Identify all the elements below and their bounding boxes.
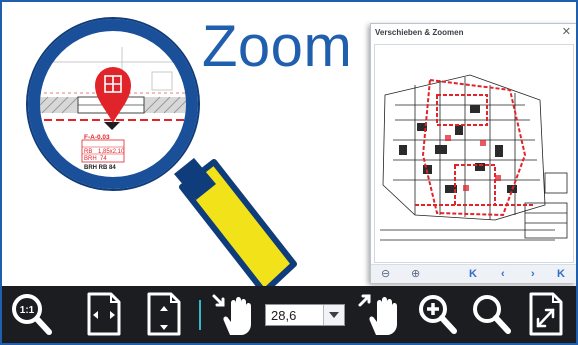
expand-hand-button[interactable]: [354, 291, 406, 337]
magnifier-handle: [174, 158, 297, 295]
plan-label-rb-size: 1,85x2,10: [98, 149, 125, 155]
plan-label-brh-rb: BRH RB 84: [84, 165, 116, 171]
magnifier-illustration: F-A-0.03 RB 1,85x2,10 BRH 74 BRH RB 84: [26, 17, 297, 295]
pan-zoom-panel: Verschieben & Zoomen ✕ ⊖ ⊕ K ‹ › K: [370, 23, 576, 283]
panel-titlebar: Verschieben & Zoomen ✕: [371, 24, 576, 42]
next-page-icon[interactable]: ›: [531, 266, 535, 282]
chevron-down-icon[interactable]: [323, 305, 344, 325]
zoom-toolbar: 1:1 28,6: [2, 286, 576, 343]
overview-canvas[interactable]: [374, 44, 574, 263]
zoom-in-icon: [419, 295, 457, 334]
fit-width-button[interactable]: [84, 291, 124, 337]
zoom-in-icon[interactable]: ⊕: [411, 266, 420, 282]
plan-label-brh: BRH: [84, 156, 97, 162]
zoom-in-button[interactable]: [416, 291, 460, 337]
plan-label-room-id: F-A-0.03: [84, 134, 110, 141]
zoom-level-value: 28,6: [271, 308, 297, 323]
svg-text:1:1: 1:1: [20, 305, 35, 316]
zoom-out-button[interactable]: [470, 291, 514, 337]
overview-floorplan: [375, 45, 573, 262]
illustration-frame: Zoom F-A-0.03 RB 1,85x2,10 BRH 74 BRH RB…: [0, 0, 578, 345]
magnifier-1to1-icon: 1:1: [12, 294, 52, 335]
hand-icon: [212, 294, 251, 335]
last-page-icon[interactable]: K: [557, 266, 565, 282]
fit-height-button[interactable]: [144, 291, 184, 337]
search-icon: [473, 295, 511, 334]
zoom-level-select[interactable]: 28,6: [265, 304, 345, 326]
plan-label-rb: RB: [84, 149, 92, 155]
pan-hand-button[interactable]: [208, 291, 260, 337]
plan-label-brh-value: 74: [100, 156, 107, 162]
panel-navigation-bar: ⊖ ⊕ K ‹ › K: [371, 264, 576, 283]
zoom-out-icon[interactable]: ⊖: [381, 266, 390, 282]
fit-page-button[interactable]: [526, 291, 566, 337]
zoom-actual-size-button[interactable]: 1:1: [10, 291, 54, 337]
previous-page-icon[interactable]: ‹: [501, 266, 505, 282]
expand-hand-icon: [358, 294, 397, 335]
fit-page-icon: [529, 292, 563, 336]
fit-height-icon: [147, 292, 181, 336]
toolbar-separator: [199, 300, 201, 330]
first-page-icon[interactable]: K: [469, 266, 477, 282]
panel-title: Verschieben & Zoomen: [375, 28, 464, 37]
fit-width-icon: [87, 292, 121, 336]
close-icon[interactable]: ✕: [562, 26, 571, 38]
